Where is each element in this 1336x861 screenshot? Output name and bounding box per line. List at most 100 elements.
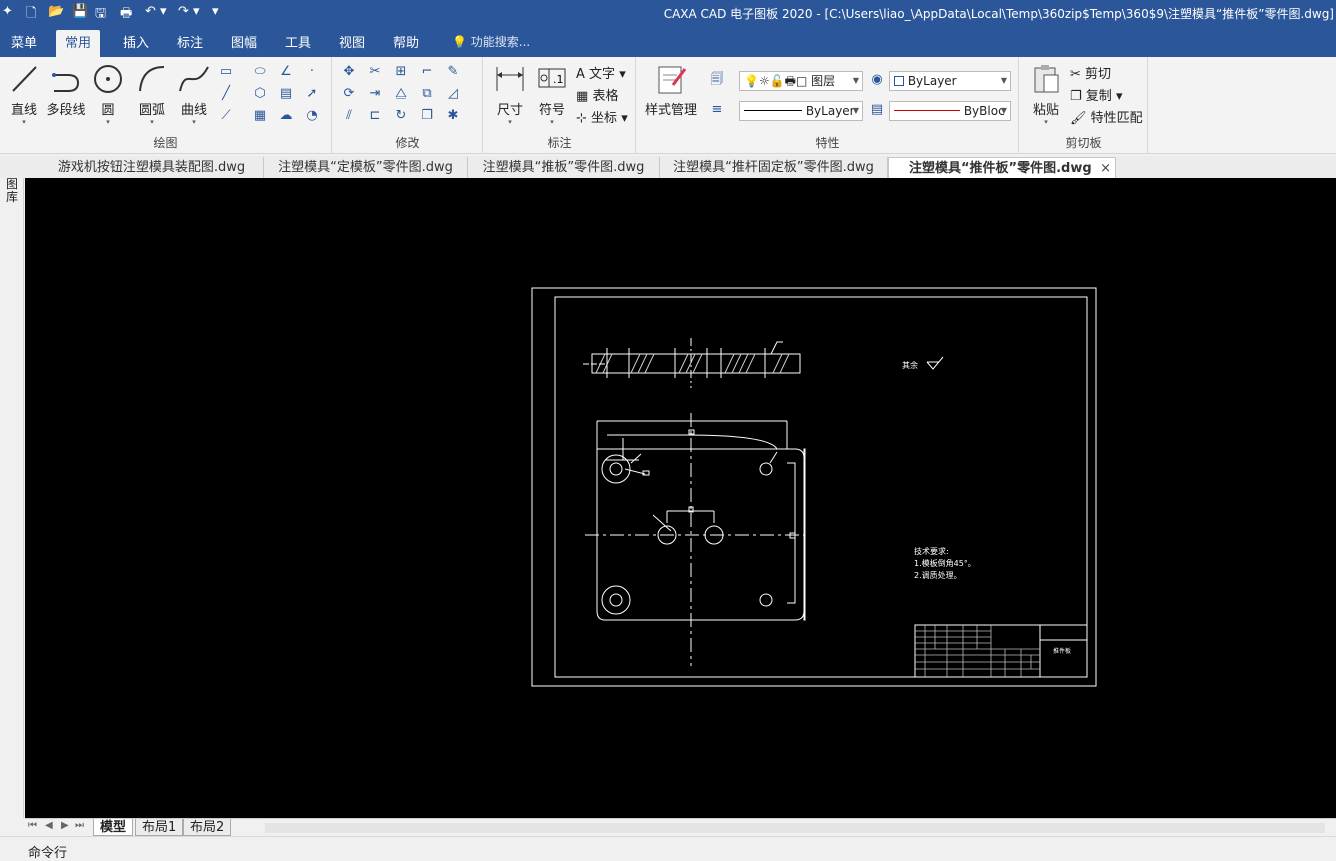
mirror-icon[interactable]: ⧋ xyxy=(391,85,411,103)
point-icon[interactable]: · xyxy=(302,63,322,81)
command-line[interactable]: 命令行 xyxy=(0,836,1336,861)
angle-line-icon[interactable]: ∠ xyxy=(276,63,296,81)
layer-select[interactable]: 💡☼🔓🖶□ 图层 ▼ xyxy=(739,71,863,91)
eraser-icon[interactable]: ✎ xyxy=(443,63,463,81)
plan-view xyxy=(585,413,806,666)
lineweight-preview xyxy=(894,110,960,111)
undo-icon[interactable]: ↶ ▾ xyxy=(145,4,167,19)
trim-icon[interactable]: ✂ xyxy=(365,63,385,81)
first-tab-icon[interactable]: ⏮ xyxy=(28,820,37,831)
polygon-icon[interactable]: ⬡ xyxy=(250,85,270,103)
block-icon[interactable]: ▦ xyxy=(250,107,270,125)
new-icon[interactable]: 🗋 xyxy=(26,4,36,26)
cut-button[interactable]: ✂ 剪切 xyxy=(1070,63,1111,82)
last-tab-icon[interactable]: ⏭ xyxy=(75,820,84,831)
tab-layout1[interactable]: 布局1 xyxy=(135,819,184,836)
text-button[interactable]: A 文字 ▾ xyxy=(576,63,626,82)
copy-button[interactable]: ❐ 复制 ▾ xyxy=(1070,85,1122,104)
group-label-annotate: 标注 xyxy=(547,136,572,150)
curve-button[interactable]: 曲线 ▾ xyxy=(172,63,216,126)
drawing-canvas[interactable]: 其余 技术要求: 1.模板倒角45°。 2.调质处理。 推件板 xyxy=(25,178,1336,818)
copy-objects-icon[interactable]: ❐ xyxy=(417,107,437,125)
next-tab-icon[interactable]: ▶ xyxy=(61,820,69,831)
tab-sheet[interactable]: 图幅 xyxy=(222,30,266,57)
tab-view[interactable]: 视图 xyxy=(330,30,374,57)
color-select[interactable]: ByLayer ▼ xyxy=(889,71,1011,91)
print-icon[interactable]: 🖶 xyxy=(120,4,132,26)
prev-tab-icon[interactable]: ◀ xyxy=(45,820,53,831)
array-icon[interactable]: ⊞ xyxy=(391,63,411,81)
spline-icon xyxy=(179,66,209,92)
doc-tab[interactable]: 注塑模具“推板”零件图.dwg xyxy=(468,157,660,178)
table-button[interactable]: ▦ 表格 xyxy=(576,85,618,104)
group-annotate: 尺寸 ▾ .1 符号 ▾ A 文字 ▾ ▦ 表格 ⊹ 坐标 ▾ 标注 xyxy=(484,57,636,154)
fillet-icon[interactable]: ⌐ xyxy=(417,63,437,81)
tab-home[interactable]: 常用 xyxy=(56,30,101,57)
chamfer-icon[interactable]: ◿ xyxy=(443,85,463,103)
doc-tab[interactable]: 注塑模具“定模板”零件图.dwg xyxy=(264,157,468,178)
hatch-icon[interactable]: ▤ xyxy=(276,85,296,103)
app-icon[interactable]: ✦ xyxy=(2,4,13,19)
rectangle-icon[interactable]: ▭ xyxy=(216,63,236,81)
hatch-line-icon[interactable]: ╱ xyxy=(216,85,236,103)
centerline-icon[interactable]: ⟋ xyxy=(216,107,236,125)
match-properties-button[interactable]: 🖌 特性匹配 xyxy=(1070,107,1143,126)
rotate-icon[interactable]: ⟳ xyxy=(339,85,359,103)
document-tab-bar: 游戏机按钮注塑模具装配图.dwg 注塑模具“定模板”零件图.dwg 注塑模具“推… xyxy=(0,156,1336,178)
feature-search[interactable]: 💡 功能搜索... xyxy=(452,28,530,57)
library-side-panel[interactable]: 📌 图库 xyxy=(0,156,24,818)
dimension-icon xyxy=(496,67,524,91)
tab-model[interactable]: 模型 xyxy=(93,819,134,836)
arc-button[interactable]: 圆弧 ▾ xyxy=(130,63,174,126)
paste-button[interactable]: 粘贴 ▾ xyxy=(1024,63,1068,126)
line-button[interactable]: 直线 ▾ xyxy=(2,63,46,126)
roughness-note: 其余 xyxy=(902,360,918,370)
break-icon[interactable]: ⊏ xyxy=(365,107,385,125)
scale-icon[interactable]: ⧉ xyxy=(417,85,437,103)
tab-tools[interactable]: 工具 xyxy=(276,30,320,57)
coordinate-button[interactable]: ⊹ 坐标 ▾ xyxy=(576,107,628,126)
close-icon[interactable]: × xyxy=(1100,158,1111,179)
linetype-preview xyxy=(744,110,802,111)
tab-insert[interactable]: 插入 xyxy=(114,30,158,57)
save-as-icon[interactable]: 🖫 xyxy=(95,4,106,26)
part-name: 推件板 xyxy=(1053,647,1071,655)
search-placeholder: 功能搜索... xyxy=(470,35,531,49)
tab-help[interactable]: 帮助 xyxy=(384,30,428,57)
style-manager-button[interactable]: 样式管理 xyxy=(643,63,699,118)
customize-icon[interactable]: ▾ xyxy=(212,4,219,19)
tab-menu[interactable]: 菜单 xyxy=(2,30,46,57)
tab-annotate[interactable]: 标注 xyxy=(168,30,212,57)
symbol-button[interactable]: .1 符号 ▾ xyxy=(530,63,574,126)
color-wheel-icon[interactable]: ◉ xyxy=(867,71,887,89)
linetype-select[interactable]: ByLayer ▼ xyxy=(739,101,863,121)
doc-tab[interactable]: 注塑模具“推杆固定板”零件图.dwg xyxy=(660,157,888,178)
save-icon[interactable]: 💾 xyxy=(72,4,88,19)
doc-tab[interactable]: 游戏机按钮注塑模具装配图.dwg xyxy=(40,157,264,178)
move-icon[interactable]: ✥ xyxy=(339,63,359,81)
cloud-icon[interactable]: ☁ xyxy=(276,107,296,125)
polyline-button[interactable]: 多段线 xyxy=(44,63,88,118)
tab-layout2[interactable]: 布局2 xyxy=(183,819,232,836)
open-icon[interactable]: 📂 xyxy=(48,4,64,19)
dimension-button[interactable]: 尺寸 ▾ xyxy=(488,63,532,126)
horizontal-scrollbar[interactable] xyxy=(265,823,1325,833)
linetype-icon[interactable]: ≡ xyxy=(707,101,727,119)
layer-manager-icon[interactable]: 🗐 xyxy=(707,71,727,89)
lineweight-select[interactable]: ByBloc ▼ xyxy=(889,101,1011,121)
extend-icon[interactable]: ⇥ xyxy=(365,85,385,103)
offset-icon[interactable]: ⫽ xyxy=(339,107,359,125)
redo-icon[interactable]: ↷ ▾ xyxy=(178,4,200,19)
rotate-copy-icon[interactable]: ↻ xyxy=(391,107,411,125)
group-label-modify: 修改 xyxy=(395,136,420,150)
ellipse-icon[interactable]: ⬭ xyxy=(250,63,270,81)
doc-tab-active[interactable]: 注塑模具“推件板”零件图.dwg × xyxy=(888,157,1116,178)
lightbulb-icon: 💡 xyxy=(452,35,467,49)
arrow-icon[interactable]: ➚ xyxy=(302,85,322,103)
region-icon[interactable]: ◔ xyxy=(302,107,322,125)
circle-button[interactable]: 圆 ▾ xyxy=(86,63,130,126)
explode-icon[interactable]: ✱ xyxy=(443,107,463,125)
layer-state-icons: 💡☼🔓🖶□ xyxy=(744,74,808,88)
window-title: CAXA CAD 电子图板 2020 - [C:\Users\liao_\App… xyxy=(663,7,1334,21)
lineweight-icon[interactable]: ▤ xyxy=(867,101,887,119)
